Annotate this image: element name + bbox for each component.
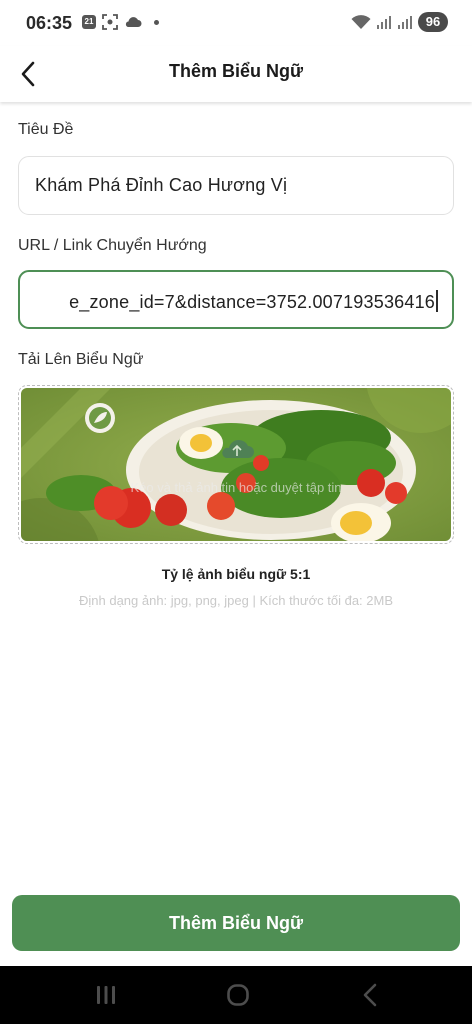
ratio-text: Tỷ lệ ảnh biểu ngữ 5:1	[161, 566, 311, 582]
signal-icon	[377, 16, 391, 29]
recent-apps-icon[interactable]	[92, 982, 120, 1008]
upload-dropzone[interactable]: Kéo và thả ảnh tin hoặc duyệt tập tin	[18, 385, 454, 544]
status-bar: 06:35 21 96	[0, 0, 472, 46]
url-input-value: e_zone_id=7&distance=3752.007193536416	[69, 290, 438, 313]
upload-hint: Kéo và thả ảnh tin hoặc duyệt tập tin	[130, 480, 342, 495]
title-label: Tiêu Đề	[18, 121, 74, 138]
url-input-text: e_zone_id=7&distance=3752.007193536416	[69, 292, 435, 312]
screenshot-icon	[102, 14, 118, 30]
home-icon[interactable]	[224, 982, 252, 1008]
status-time: 06:35	[26, 13, 73, 33]
status-icons-left: 21	[82, 14, 159, 30]
wifi-icon	[351, 15, 371, 29]
status-icons-right: 96	[351, 12, 448, 32]
back-icon[interactable]	[356, 982, 384, 1008]
calendar-badge-icon: 21	[82, 15, 96, 29]
format-text: Định dạng ảnh: jpg, png, jpeg | Kích thư…	[78, 593, 394, 608]
banner-preview-image: Kéo và thả ảnh tin hoặc duyệt tập tin	[21, 388, 451, 541]
battery-icon: 96	[418, 12, 448, 32]
page-title: Thêm Biểu Ngữ	[168, 61, 304, 81]
text-caret	[436, 290, 438, 312]
app-header: Thêm Biểu Ngữ	[0, 46, 472, 102]
url-label: URL / Link Chuyển Hướng	[18, 237, 207, 254]
add-banner-button[interactable]: Thêm Biểu Ngữ	[12, 895, 460, 951]
signal-icon	[398, 16, 412, 29]
url-input[interactable]: e_zone_id=7&distance=3752.007193536416	[18, 270, 454, 329]
upload-label: Tải Lên Biểu Ngữ	[18, 351, 144, 368]
title-input[interactable]: Khám Phá Đỉnh Cao Hương Vị	[18, 156, 454, 215]
title-input-value: Khám Phá Đỉnh Cao Hương Vị	[35, 175, 288, 195]
cloud-icon	[125, 17, 142, 27]
dot-icon	[154, 19, 159, 25]
navigation-bar	[0, 966, 472, 1024]
